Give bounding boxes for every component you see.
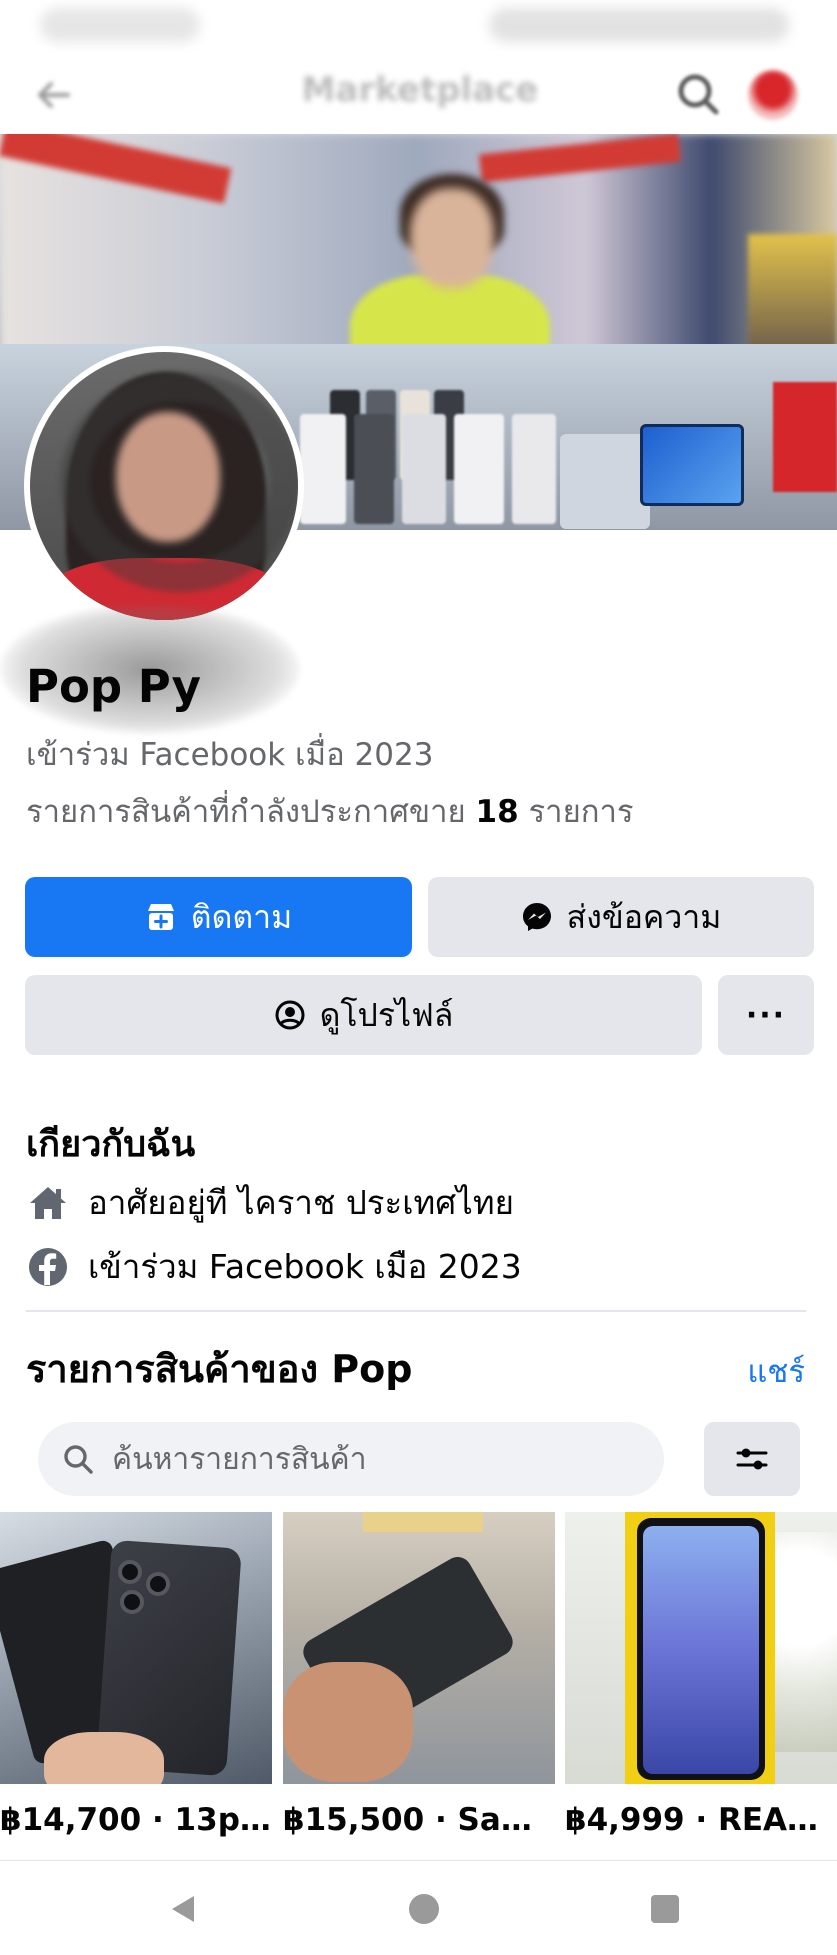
listing-search-box[interactable] bbox=[38, 1422, 664, 1496]
search-icon bbox=[678, 74, 719, 115]
active-listings-text: รายการสินค้าที่กำลังประกาศขาย 18 รายการ bbox=[26, 786, 634, 836]
about-joined-text: เข้าร่วม Facebook เมือ 2023 bbox=[88, 1247, 522, 1286]
listing-price-title: ฿15,500 · Sams... bbox=[283, 1802, 555, 1838]
listing-card[interactable]: ฿4,999 · REAL... bbox=[565, 1512, 837, 1838]
listing-price-title: ฿4,999 · REAL... bbox=[565, 1802, 837, 1838]
share-link[interactable]: แชร์ bbox=[747, 1346, 805, 1396]
nav-back-button[interactable] bbox=[163, 1889, 203, 1929]
listings-suffix: รายการ bbox=[528, 794, 634, 830]
joined-facebook-text: เข้าร่วม Facebook เมื่อ 2023 bbox=[26, 737, 434, 773]
listing-search-input[interactable] bbox=[112, 1441, 652, 1477]
profile-name: Pop Py bbox=[26, 660, 201, 713]
listing-image[interactable] bbox=[565, 1512, 837, 1784]
filter-sliders-icon bbox=[736, 1448, 768, 1470]
follow-label: ติดตาม bbox=[190, 897, 293, 936]
search-icon bbox=[64, 1445, 93, 1474]
nav-recents-button[interactable] bbox=[645, 1889, 685, 1929]
back-button[interactable] bbox=[28, 70, 78, 120]
status-bar bbox=[0, 0, 837, 52]
send-message-label: ส่งข้อความ bbox=[566, 897, 722, 936]
about-joined-row: เข้าร่วม Facebook เมือ 2023 bbox=[26, 1240, 522, 1293]
filter-button[interactable] bbox=[704, 1422, 800, 1496]
home-icon bbox=[26, 1181, 70, 1225]
send-message-button[interactable]: ส่งข้อความ bbox=[428, 877, 814, 957]
back-arrow-icon bbox=[38, 82, 70, 108]
listings-section-title: รายการสินค้าของ Pop bbox=[26, 1347, 413, 1391]
about-location-row: อาศัยอยู่ที ไคราช ประเทศไทย bbox=[26, 1176, 514, 1229]
status-time-blurred bbox=[40, 8, 200, 42]
app-bar: Marketplace bbox=[0, 52, 837, 134]
view-profile-button[interactable]: ดูโปรไฟล์ bbox=[25, 975, 702, 1055]
triangle-back-icon bbox=[172, 1896, 194, 1922]
about-location-text: อาศัยอยู่ที ไคราช ประเทศไทย bbox=[88, 1183, 514, 1222]
listing-card[interactable]: ฿14,700 · 13p... bbox=[0, 1512, 272, 1838]
listing-image[interactable] bbox=[283, 1512, 555, 1784]
square-recents-icon bbox=[651, 1895, 679, 1923]
listing-price-title: ฿14,700 · 13p... bbox=[0, 1802, 272, 1838]
nav-home-button[interactable] bbox=[404, 1889, 444, 1929]
facebook-icon bbox=[26, 1245, 70, 1289]
user-circle-icon bbox=[274, 999, 306, 1031]
search-button[interactable] bbox=[670, 66, 726, 122]
about-section-title: เกียวกับฉัน bbox=[26, 1124, 196, 1165]
status-icons-blurred bbox=[489, 8, 789, 42]
view-profile-label: ดูโปรไฟล์ bbox=[319, 995, 454, 1034]
follow-button[interactable]: ติดตาม bbox=[25, 877, 412, 957]
messenger-icon bbox=[521, 901, 553, 933]
listing-image[interactable] bbox=[0, 1512, 272, 1784]
circle-home-icon bbox=[409, 1894, 439, 1924]
listings-count: 18 bbox=[475, 794, 519, 830]
divider bbox=[26, 1310, 806, 1312]
store-plus-icon bbox=[145, 901, 177, 933]
user-avatar[interactable] bbox=[748, 70, 798, 120]
listings-prefix: รายการสินค้าที่กำลังประกาศขาย bbox=[26, 794, 466, 830]
more-options-label: ··· bbox=[745, 997, 787, 1033]
page-title: Marketplace bbox=[301, 70, 539, 110]
more-options-button[interactable]: ··· bbox=[718, 975, 814, 1055]
profile-picture[interactable] bbox=[24, 346, 304, 626]
listing-card[interactable]: ฿15,500 · Sams... bbox=[283, 1512, 555, 1838]
system-nav-bar bbox=[0, 1860, 837, 1955]
